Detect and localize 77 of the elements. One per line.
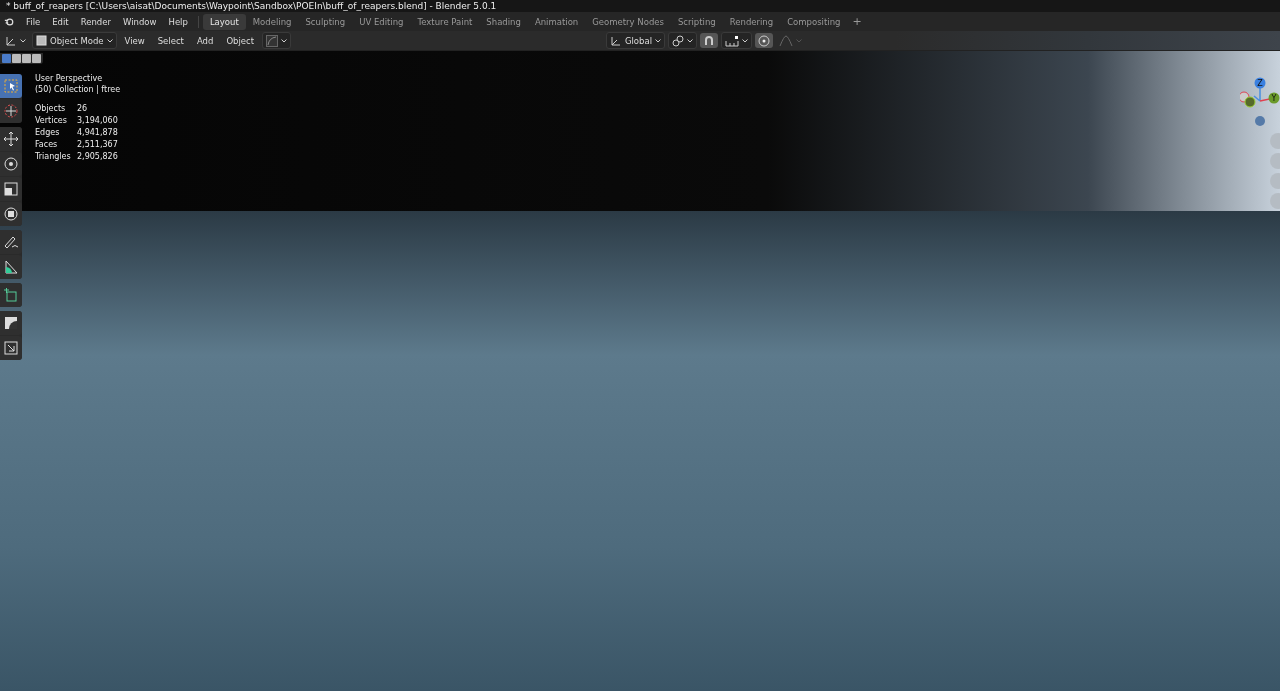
cursor-icon xyxy=(3,103,19,119)
workspace-tab[interactable]: Shading xyxy=(479,13,528,30)
workspace-tab[interactable]: Layout xyxy=(202,13,246,30)
tool-button[interactable] xyxy=(0,177,22,201)
chevron-down-icon xyxy=(687,38,693,43)
navigation-gizmo[interactable]: Z Y xyxy=(1240,75,1280,135)
workspace-tab[interactable]: Geometry Nodes xyxy=(585,13,671,30)
link-icon xyxy=(672,34,684,47)
stat-value: 2,905,826 xyxy=(77,152,119,161)
tool-button[interactable] xyxy=(0,202,22,226)
collection-label: (50) Collection | ftree xyxy=(35,85,121,94)
ruler-icon xyxy=(3,259,19,275)
chevron-down-icon xyxy=(20,38,26,43)
workspace-tab[interactable]: Texture Paint xyxy=(410,13,480,30)
window-title: * buff_of_reapers [C:\Users\aisat\Documents\Waypoint\Sandbox\POEIn\buff_of_reapers.blend] - Blender 5.0.1 xyxy=(6,1,497,11)
tool-button[interactable] xyxy=(0,127,22,151)
menu-item[interactable]: Render xyxy=(74,14,117,29)
proportional-toggle[interactable] xyxy=(755,33,773,48)
header-menu[interactable]: Select xyxy=(152,35,189,46)
workspace-tab[interactable]: UV Editing xyxy=(352,13,411,30)
cube-frame-icon xyxy=(36,35,47,46)
pivot-dropdown[interactable] xyxy=(668,32,697,49)
workspace-tab[interactable]: Sculpting xyxy=(298,13,353,30)
workspace-tab[interactable]: Modeling xyxy=(245,13,299,30)
chevron-down-icon xyxy=(796,38,802,43)
stat-value: 4,941,878 xyxy=(77,128,119,137)
mode-dropdown[interactable]: Object Mode xyxy=(32,32,117,49)
transform-icon xyxy=(3,206,19,222)
stat-label: Edges xyxy=(35,128,61,137)
workspace-tab[interactable]: Compositing xyxy=(780,13,848,30)
workspace-tab[interactable]: Scripting xyxy=(670,13,723,30)
snap-grid-icon xyxy=(725,34,739,47)
header-menu[interactable]: Add xyxy=(191,35,219,46)
tool-button[interactable] xyxy=(0,311,22,335)
corner-icon xyxy=(3,315,19,331)
scale-icon xyxy=(3,181,19,197)
chevron-down-icon xyxy=(106,38,113,43)
menu-item[interactable]: Help xyxy=(162,14,194,29)
move-icon xyxy=(3,131,19,147)
menu-item[interactable]: File xyxy=(20,14,47,29)
tool-button[interactable] xyxy=(0,255,22,279)
orientation-dropdown[interactable]: Global xyxy=(605,32,665,49)
view-name: User Perspective xyxy=(35,74,104,83)
axes-icon xyxy=(5,34,17,47)
add-workspace-button[interactable]: + xyxy=(847,15,867,28)
chevron-down-icon xyxy=(281,38,288,43)
stat-label: Vertices xyxy=(35,116,68,125)
falloff-dropdown[interactable] xyxy=(776,33,805,48)
select-box-icon xyxy=(3,78,19,94)
snap-toggle[interactable] xyxy=(700,33,718,48)
workspace-tab[interactable]: Animation xyxy=(527,13,586,30)
workspace-tab[interactable]: Rendering xyxy=(722,13,781,30)
menu-item[interactable]: Edit xyxy=(46,14,75,29)
shading-dropdown[interactable] xyxy=(262,32,292,49)
chevron-down-icon xyxy=(742,38,748,43)
pencil-icon xyxy=(3,234,19,250)
falloff-curve-icon xyxy=(779,34,793,47)
menu-item[interactable]: Window xyxy=(116,14,163,29)
header-menu[interactable]: Object xyxy=(221,35,260,46)
magnet-icon xyxy=(703,34,715,47)
tool-button[interactable] xyxy=(0,230,22,254)
header-menu[interactable]: View xyxy=(119,35,150,46)
stat-value: 2,511,367 xyxy=(77,140,119,149)
stat-value: 3,194,060 xyxy=(77,116,119,125)
add-cube-icon xyxy=(3,287,19,303)
snap-dropdown[interactable] xyxy=(721,32,752,49)
stat-label: Objects xyxy=(35,104,67,113)
rotate-icon xyxy=(3,156,19,172)
stat-label: Faces xyxy=(35,140,59,149)
arrow-square-icon xyxy=(3,340,19,356)
target-icon xyxy=(758,34,770,47)
chevron-down-icon xyxy=(655,38,661,43)
stat-value: 26 xyxy=(77,104,89,113)
curve-icon xyxy=(266,34,279,47)
stat-label: Triangles xyxy=(35,152,72,161)
tool-button[interactable] xyxy=(0,152,22,176)
axes-icon xyxy=(609,34,622,47)
